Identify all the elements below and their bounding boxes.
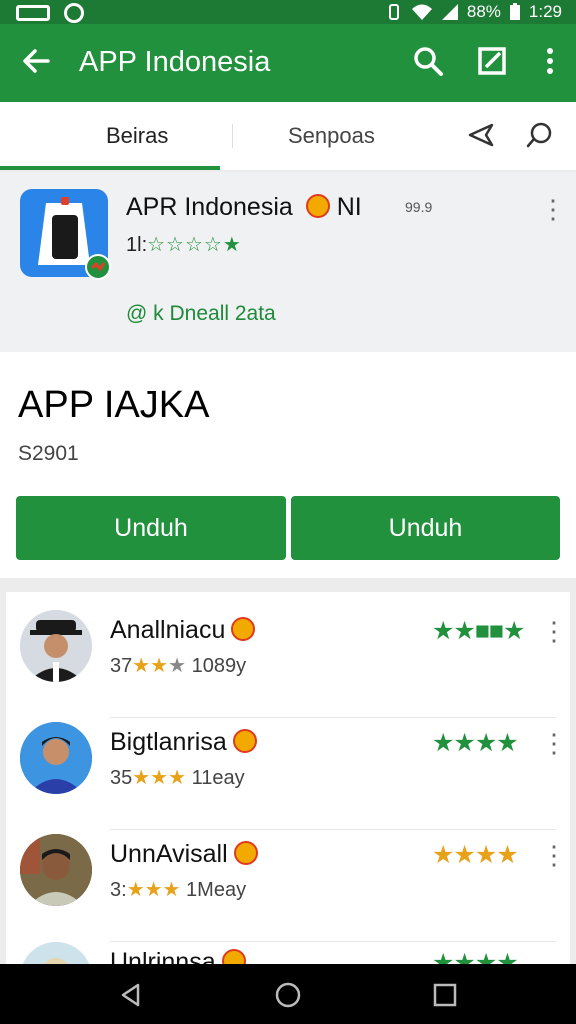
tab-divider xyxy=(232,124,233,148)
app-rating: 1l:☆☆☆☆★ xyxy=(126,234,242,256)
review-more-icon[interactable]: ⋮ xyxy=(541,730,567,756)
home-circle-icon[interactable] xyxy=(275,982,301,1008)
review-item[interactable]: Bigtlanrisa 35★★★ 11eay ★★★★ ⋮ xyxy=(6,718,570,830)
battery-percent: 88% xyxy=(466,2,501,21)
battery-icon xyxy=(509,3,520,20)
comment-icon[interactable] xyxy=(524,120,554,150)
detail-price: S2901 xyxy=(18,442,79,465)
emoji-icon xyxy=(231,617,256,641)
avatar xyxy=(20,942,92,964)
review-more-icon[interactable]: ⋮ xyxy=(541,618,567,644)
sync-notification-icon xyxy=(64,3,84,23)
user-avatar-icon xyxy=(20,834,92,906)
wifi-icon xyxy=(411,4,432,20)
reviewer-name: UnnAvisall xyxy=(110,840,258,869)
app-detail-section: APP IAJKA S2901 Unduh Unduh xyxy=(0,352,576,578)
status-bar: 88% 1:29 xyxy=(0,0,576,24)
review-item[interactable]: Anallniacu 37★★★ 1089y ★★■■★ ⋮ xyxy=(6,606,570,718)
avatar xyxy=(20,610,92,682)
clock: 1:29 xyxy=(528,2,562,21)
vibrate-icon xyxy=(388,4,399,20)
verified-badge-icon xyxy=(85,254,111,280)
app-name: APR Indonesia NI xyxy=(126,193,362,221)
tab-indicator xyxy=(0,166,220,170)
reviews-list: Anallniacu 37★★★ 1089y ★★■■★ ⋮ Bigtlanri… xyxy=(6,592,570,964)
reviewer-name: Bigtlanrisa xyxy=(110,728,257,757)
more-vert-icon[interactable] xyxy=(532,43,568,79)
download-button-right[interactable]: Unduh xyxy=(291,496,560,560)
system-nav-bar xyxy=(0,964,576,1024)
user-avatar-icon xyxy=(20,942,92,964)
edit-icon[interactable] xyxy=(474,43,510,79)
app-size: 99.9 xyxy=(405,199,433,215)
review-stars: ★★★★ xyxy=(432,949,519,964)
review-stars: ★★★★ xyxy=(432,841,519,869)
share-icon[interactable] xyxy=(466,120,496,150)
reviewer-name: Unlrinnsa xyxy=(110,948,246,964)
search-icon[interactable] xyxy=(410,43,446,79)
signal-icon xyxy=(441,4,458,20)
detail-heading: APP IAJKA xyxy=(18,384,210,426)
emoji-icon xyxy=(232,729,257,753)
back-arrow-icon[interactable] xyxy=(18,43,54,79)
emoji-icon xyxy=(221,949,246,964)
emoji-icon xyxy=(233,841,258,865)
review-item[interactable]: UnnAvisall 3:★★★ 1Meay ★★★★ ⋮ xyxy=(6,830,570,942)
app-summary-card[interactable]: APR Indonesia NI 99.9 ⋮ 1l:☆☆☆☆★ @ k Dne… xyxy=(0,172,576,352)
recents-square-icon[interactable] xyxy=(432,982,458,1008)
emoji-icon xyxy=(305,194,330,218)
reviewer-name: Anallniacu xyxy=(110,616,256,645)
review-more-icon[interactable]: ⋮ xyxy=(541,842,567,868)
tab-bar: Beiras Senpoas xyxy=(0,102,576,170)
page-title: APP Indonesia xyxy=(79,46,271,78)
review-stars: ★★■■★ xyxy=(432,617,525,645)
review-meta: 37★★★ 1089y xyxy=(110,655,247,677)
tab-beiras[interactable]: Beiras xyxy=(106,123,168,149)
user-avatar-icon xyxy=(20,722,92,794)
review-item[interactable]: Unlrinnsa ★★★★ xyxy=(6,942,570,964)
avatar xyxy=(20,722,92,794)
app-more-icon[interactable]: ⋮ xyxy=(540,196,566,222)
review-meta: 35★★★ 11eay xyxy=(110,767,245,789)
avatar xyxy=(20,834,92,906)
tab-senpoas[interactable]: Senpoas xyxy=(288,123,375,149)
review-meta: 3:★★★ 1Meay xyxy=(110,879,247,901)
app-download-count: @ k Dneall 2ata xyxy=(126,302,276,325)
screenshot-notification-icon xyxy=(16,5,50,21)
app-bar: APP Indonesia xyxy=(0,24,576,102)
user-avatar-icon xyxy=(20,610,92,682)
download-button-left[interactable]: Unduh xyxy=(16,496,286,560)
back-triangle-icon[interactable] xyxy=(118,982,144,1008)
review-stars: ★★★★ xyxy=(432,729,519,757)
